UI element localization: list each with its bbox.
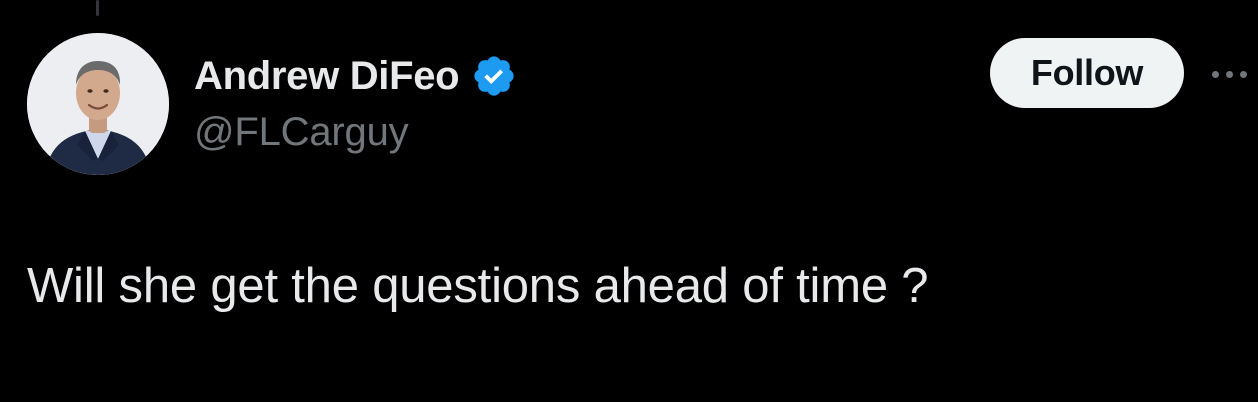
author-display-name[interactable]: Andrew DiFeo [194, 54, 460, 99]
more-dot [1212, 70, 1219, 78]
more-dot [1240, 70, 1247, 78]
author-handle[interactable]: @FLCarguy [194, 110, 517, 155]
verified-badge-icon[interactable] [471, 53, 517, 99]
avatar-photo [27, 33, 169, 175]
thread-connector-line [96, 0, 99, 16]
more-dot [1226, 70, 1233, 78]
avatar[interactable] [27, 33, 169, 175]
follow-button[interactable]: Follow [990, 38, 1184, 108]
author-identity: Andrew DiFeo @FLCarguy [194, 50, 517, 155]
more-horizontal-icon[interactable] [1212, 62, 1258, 86]
tweet-text: Will she get the questions ahead of time… [27, 259, 929, 313]
author-name-row: Andrew DiFeo [194, 50, 517, 102]
